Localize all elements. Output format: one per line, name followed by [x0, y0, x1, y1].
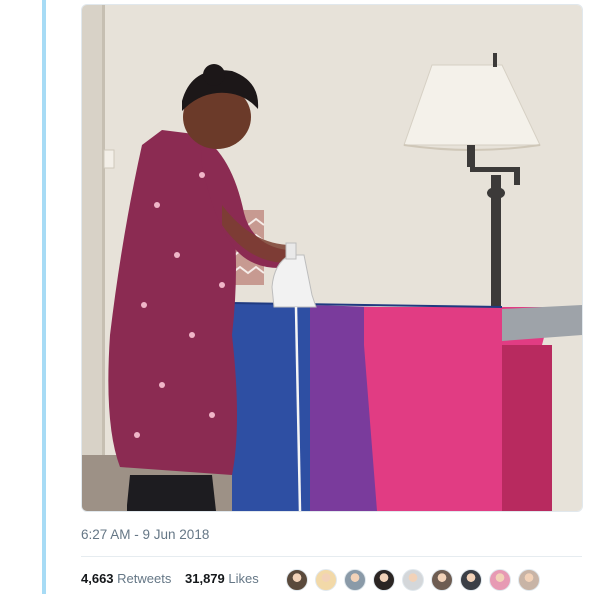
tweet-photo[interactable] — [81, 4, 583, 512]
stats-divider — [81, 556, 582, 557]
thread-connector-line — [42, 0, 46, 594]
retweets-stat[interactable]: 4,663 Retweets — [81, 571, 171, 586]
user-avatar-icon[interactable] — [315, 569, 337, 591]
user-avatar-icon[interactable] — [518, 569, 540, 591]
user-avatar-icon[interactable] — [286, 569, 308, 591]
likes-count: 31,879 — [185, 571, 225, 586]
user-avatar-icon[interactable] — [344, 569, 366, 591]
user-avatar-icon[interactable] — [373, 569, 395, 591]
photo-illustration — [82, 5, 582, 511]
door-frame — [82, 5, 102, 511]
tweet-detail: 6:27 AM - 9 Jun 2018 4,663 Retweets 31,8… — [0, 0, 602, 594]
door-edge — [102, 5, 105, 511]
likes-label: Likes — [228, 571, 259, 586]
light-switch — [103, 149, 115, 169]
user-avatar-icon[interactable] — [460, 569, 482, 591]
retweets-label: Retweets — [117, 571, 172, 586]
user-avatar-icon[interactable] — [402, 569, 424, 591]
liker-avatars — [286, 569, 547, 593]
user-avatar-icon[interactable] — [489, 569, 511, 591]
retweets-count: 4,663 — [81, 571, 114, 586]
tweet-timestamp[interactable]: 6:27 AM - 9 Jun 2018 — [81, 527, 209, 542]
likes-stat[interactable]: 31,879 Likes — [185, 571, 259, 586]
user-avatar-icon[interactable] — [431, 569, 453, 591]
tweet-stats: 4,663 Retweets 31,879 Likes — [81, 571, 269, 586]
ironing-board-with-flag — [231, 302, 582, 511]
